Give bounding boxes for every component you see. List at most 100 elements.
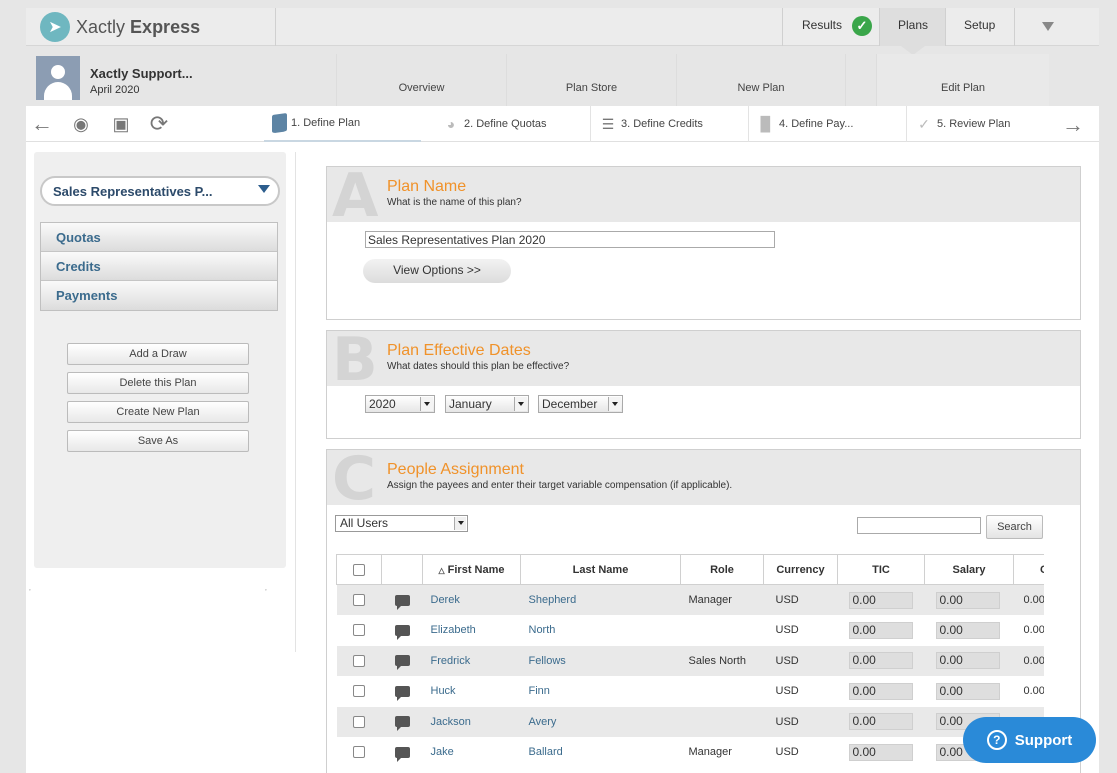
salary-input[interactable]: 0.00: [935, 682, 1000, 700]
row-checkbox[interactable]: [353, 594, 365, 607]
tic-cell: 0.00: [837, 584, 925, 615]
last-name-link[interactable]: Shepherd: [520, 584, 681, 615]
plan-select[interactable]: Sales Representatives P...: [40, 176, 280, 206]
comment-icon[interactable]: [394, 655, 410, 671]
comment-icon[interactable]: [394, 685, 410, 701]
comment-cell: [381, 584, 423, 615]
section-letter: B: [332, 325, 378, 395]
tic-input[interactable]: 0.00: [848, 713, 913, 731]
salary-input[interactable]: 0.00: [935, 621, 1000, 639]
nav-plans[interactable]: Plans: [898, 18, 928, 32]
resize-mark: ’: [29, 588, 31, 597]
last-name-link[interactable]: Ballard: [520, 737, 681, 768]
question-icon: ?: [986, 730, 1007, 750]
section-title: People Assignment: [387, 461, 524, 478]
comment-icon[interactable]: [394, 624, 410, 640]
last-name-link[interactable]: North: [520, 615, 681, 646]
tic-input[interactable]: 0.00: [848, 591, 913, 609]
header-first-name[interactable]: △ First Name: [422, 554, 521, 585]
header-currency[interactable]: Currency: [763, 554, 838, 585]
last-name-link[interactable]: Finn: [520, 676, 681, 707]
start-month-select[interactable]: January: [445, 395, 529, 413]
delete-plan-button[interactable]: Delete this Plan: [67, 372, 249, 394]
comment-icon[interactable]: [394, 746, 410, 762]
last-name-link[interactable]: Fellows: [520, 645, 681, 676]
row-checkbox[interactable]: [353, 654, 365, 667]
comment-header: [381, 554, 423, 585]
header-salary[interactable]: Salary: [924, 554, 1014, 585]
refresh-icon[interactable]: ◉: [68, 112, 94, 136]
save-icon[interactable]: ▣: [108, 112, 134, 136]
select-all-checkbox[interactable]: [353, 563, 365, 576]
add-draw-button[interactable]: Add a Draw: [67, 343, 249, 365]
comment-icon[interactable]: [394, 594, 410, 610]
chevron-down-icon[interactable]: [258, 185, 270, 193]
step-define-plan[interactable]: █ 1. Define Plan: [264, 106, 421, 142]
header-extra[interactable]: C: [1013, 554, 1044, 585]
back-arrow-icon[interactable]: ←: [29, 112, 55, 136]
first-name-link[interactable]: Derek: [422, 584, 521, 615]
first-name-link[interactable]: Elizabeth: [422, 615, 521, 646]
users-filter-select[interactable]: All Users: [335, 515, 468, 532]
toolbar: ← ◉ ▣ ⟳ █ 1. Define Plan ◕ 2. Define Quota…: [26, 106, 1099, 142]
subtab-new-plan[interactable]: New Plan: [676, 54, 846, 106]
currency-cell: USD: [763, 676, 838, 707]
support-button[interactable]: ? Support: [963, 717, 1096, 763]
first-name-link[interactable]: Fredrick: [422, 645, 521, 676]
people-table: △ First Name Last Name Role Currency TIC …: [336, 554, 1044, 773]
redo-icon[interactable]: ⟳: [146, 112, 172, 136]
last-name-link[interactable]: Avery: [520, 706, 681, 737]
nav-setup[interactable]: Setup: [964, 18, 995, 32]
resize-mark: ’: [265, 588, 267, 597]
row-checkbox[interactable]: [353, 746, 365, 759]
search-button[interactable]: Search: [986, 515, 1043, 539]
tic-input[interactable]: 0.00: [848, 621, 913, 639]
end-month-select[interactable]: December: [538, 395, 623, 413]
divider: [782, 8, 783, 46]
select-all-header[interactable]: [336, 554, 382, 585]
first-name-link[interactable]: Jake: [422, 737, 521, 768]
view-options-button[interactable]: View Options >>: [363, 259, 511, 283]
row-checkbox[interactable]: [353, 715, 365, 728]
subtab-plan-store[interactable]: Plan Store: [506, 54, 676, 106]
step-define-quotas[interactable]: ◕ 2. Define Quotas: [434, 106, 590, 142]
tic-input[interactable]: 0.00: [848, 743, 913, 761]
create-new-plan-button[interactable]: Create New Plan: [67, 401, 249, 423]
side-menu-payments[interactable]: Payments: [41, 281, 277, 310]
avatar[interactable]: [36, 56, 80, 100]
step-review-plan[interactable]: ✓ 5. Review Plan: [906, 106, 1052, 142]
row-checkbox[interactable]: [353, 624, 365, 637]
tic-cell: 0.00: [837, 706, 925, 737]
header-last-name[interactable]: Last Name: [520, 554, 681, 585]
search-input[interactable]: [857, 517, 981, 534]
next-arrow-icon[interactable]: →: [1062, 112, 1084, 138]
subtab-overview[interactable]: Overview: [336, 54, 506, 106]
comment-icon[interactable]: [394, 716, 410, 732]
salary-input[interactable]: 0.00: [935, 591, 1000, 609]
divider: [1014, 8, 1015, 46]
first-name-link[interactable]: Jackson: [422, 706, 521, 737]
chevron-down-icon: [454, 517, 466, 530]
first-name-link[interactable]: Huck: [422, 676, 521, 707]
side-menu-quotas[interactable]: Quotas: [41, 223, 277, 252]
side-menu-credits[interactable]: Credits: [41, 252, 277, 281]
step-define-pay[interactable]: ▉ 4. Define Pay...: [748, 106, 895, 142]
chevron-down-icon[interactable]: [1042, 22, 1054, 31]
header-role[interactable]: Role: [680, 554, 764, 585]
currency-cell: USD: [763, 737, 838, 768]
nav-results[interactable]: Results: [802, 18, 842, 32]
salary-input[interactable]: 0.00: [935, 652, 1000, 670]
logo-area[interactable]: ➤ Xactly Express: [26, 8, 276, 46]
section-header: A Plan Name What is the name of this pla…: [327, 161, 1080, 231]
plan-name-input[interactable]: [365, 231, 775, 248]
year-select[interactable]: 2020: [365, 395, 435, 413]
row-checkbox[interactable]: [353, 685, 365, 698]
header-tic[interactable]: TIC: [837, 554, 925, 585]
tic-input[interactable]: 0.00: [848, 652, 913, 670]
step-define-credits[interactable]: ☰ 3. Define Credits: [590, 106, 738, 142]
save-as-button[interactable]: Save As: [67, 430, 249, 452]
table-row: Jackson Avery USD 0.00 0.00: [336, 706, 1044, 737]
tic-input[interactable]: 0.00: [848, 682, 913, 700]
subtab-edit-plan[interactable]: Edit Plan: [876, 54, 1049, 106]
currency-cell: USD: [763, 645, 838, 676]
